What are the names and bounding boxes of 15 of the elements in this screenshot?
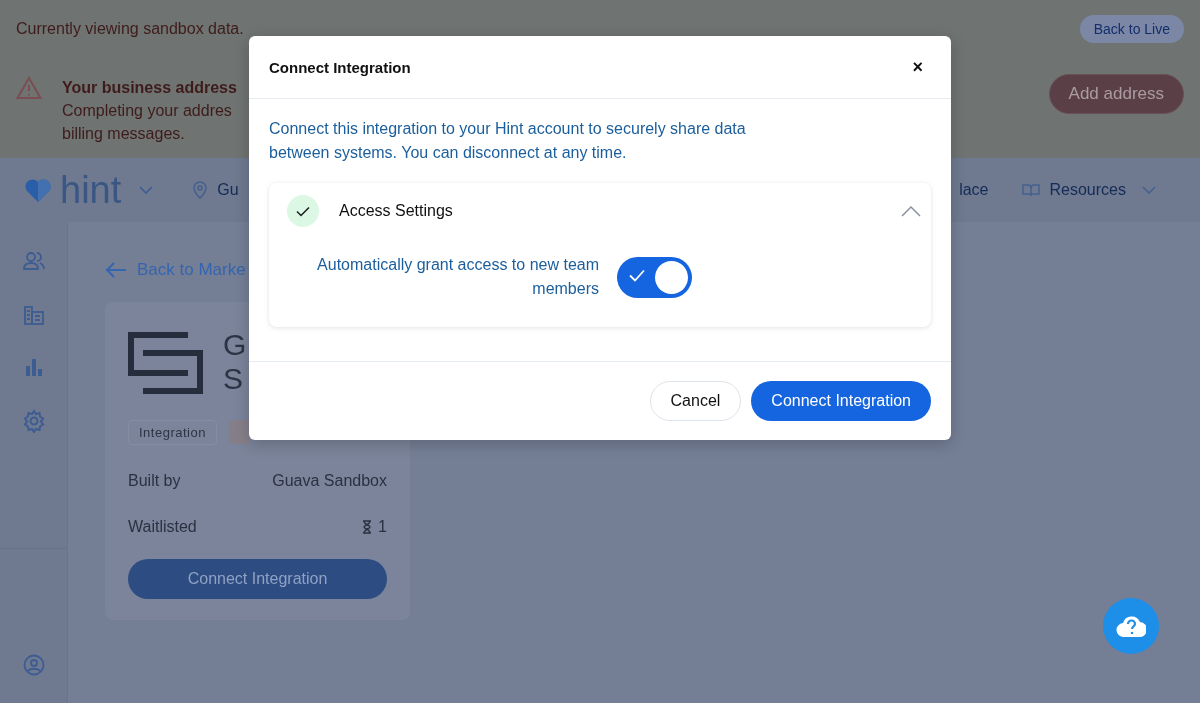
section-title: Access Settings [339,202,453,220]
detail-label: Built by [128,472,181,490]
setting-label: Automatically grant access to new team members [316,255,599,299]
detail-value: Guava Sandbox [272,472,387,490]
integration-title: S [223,362,244,396]
alert-title: Your business address [62,78,237,98]
dialog-title: Connect Integration [269,58,411,76]
dialog-description: Connect this integration to your Hint account to securely share data between systems. You can disconnect at any time. [269,119,747,163]
sandbox-message: Currently viewing sandbox data. [16,20,244,38]
alert-message: Completing your addres [62,101,233,121]
alert-message: billing messages. [62,124,186,144]
detail-value: 1 [378,518,387,536]
tag: Integration [128,420,217,445]
detail-label: Waitlisted [128,518,197,536]
integration-title: G [223,328,247,362]
